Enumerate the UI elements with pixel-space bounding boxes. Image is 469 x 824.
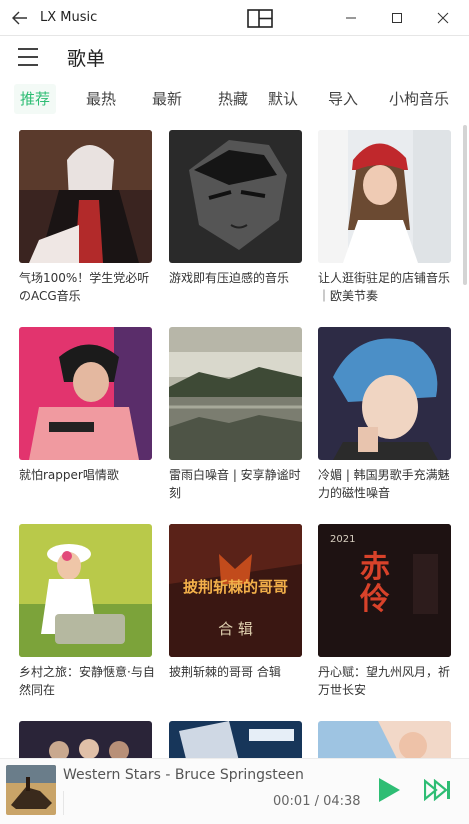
playlist-cover (169, 721, 302, 760)
playlist-card[interactable] (318, 721, 451, 760)
playlist-cover (19, 327, 152, 460)
play-icon (379, 778, 400, 802)
playlist-card[interactable]: 披荆斩棘的哥哥 合 辑 披荆斩棘的哥哥 合辑 (169, 524, 302, 681)
next-button[interactable] (423, 778, 452, 802)
back-arrow-icon (12, 11, 27, 24)
menu-icon[interactable] (18, 48, 40, 68)
playlist-card[interactable]: 雷雨白噪音 | 安享静谧时刻 (169, 327, 302, 502)
playlist-cover: 2021 赤伶 (318, 524, 451, 657)
album-art[interactable] (6, 765, 56, 815)
playlist-card[interactable]: 游戏即有压迫感的音乐 (169, 130, 302, 287)
cover-text-title: 披荆斩棘的哥哥 (182, 578, 288, 596)
compact-layout-icon[interactable] (247, 9, 273, 28)
playlist-cover (318, 721, 451, 760)
maximize-button[interactable] (374, 0, 420, 36)
cover-text-title: 赤伶 (360, 550, 390, 617)
tab-hot-collect[interactable]: 热藏 (214, 84, 252, 114)
tab-hottest[interactable]: 最热 (82, 84, 120, 114)
playlist-card[interactable]: 2021 赤伶 丹心赋：望九州风月，祈万世长安 (318, 524, 451, 699)
playlist-cover (19, 130, 152, 263)
tab-default[interactable]: 默认 (264, 84, 302, 114)
playlist-title: 让人逛街驻足的店铺音乐｜欧美节奏 (318, 271, 451, 303)
skip-next-icon (423, 778, 450, 802)
cover-text-year: 2021 (330, 534, 356, 545)
page-title: 歌单 (67, 48, 106, 70)
cover-text-subtitle: 合 辑 (218, 620, 253, 638)
playback-time: 00:01 / 04:38 (273, 794, 361, 809)
tab-import[interactable]: 导入 (324, 84, 362, 114)
track-title: Western Stars - Bruce Springsteen (63, 767, 304, 783)
playlist-card[interactable] (19, 721, 152, 760)
minimize-icon (346, 17, 356, 19)
tab-recommend[interactable]: 推荐 (14, 84, 56, 114)
playlist-title: 雷雨白噪音 | 安享静谧时刻 (169, 468, 301, 500)
close-button[interactable] (420, 0, 466, 36)
minimize-button[interactable] (328, 0, 374, 36)
playlist-title: 丹心赋：望九州风月，祈万世长安 (318, 665, 451, 697)
play-button[interactable] (376, 777, 402, 803)
maximize-icon (392, 13, 402, 23)
tab-xiaogou-music[interactable]: 小枸音乐 (384, 84, 454, 114)
playlist-cover (318, 130, 451, 263)
playlist-title: 气场100%！学生党必听のACG音乐 (19, 271, 150, 303)
playlist-card[interactable]: 乡村之旅：安静惬意·与自然同在 (19, 524, 155, 699)
playlist-cover (19, 524, 152, 657)
playlist-title: 冷媚 | 韩国男歌手充满魅力的磁性噪音 (318, 468, 450, 500)
tab-bar: 推荐 最热 最新 热藏 默认 导入 小枸音乐 (0, 84, 469, 118)
playlist-title: 就怕rapper唱情歌 (19, 468, 119, 482)
back-button[interactable] (0, 0, 40, 36)
playlist-cover: 披荆斩棘的哥哥 合 辑 (169, 524, 302, 657)
playlist-title: 游戏即有压迫感的音乐 (169, 271, 290, 285)
playlist-card[interactable] (169, 721, 302, 760)
playlist-title: 乡村之旅：安静惬意·与自然同在 (19, 665, 155, 697)
playlist-cover (318, 327, 451, 460)
window-titlebar: LX Music (0, 0, 469, 36)
playlist-title: 披荆斩棘的哥哥 合辑 (169, 665, 281, 679)
scrollbar[interactable] (463, 125, 467, 285)
player-bar: Western Stars - Bruce Springsteen 00:01 … (0, 758, 469, 824)
playlist-card[interactable]: 就怕rapper唱情歌 (19, 327, 152, 484)
playlist-cover (169, 130, 302, 263)
playlist-card[interactable]: 让人逛街驻足的店铺音乐｜欧美节奏 (318, 130, 451, 305)
window-title: LX Music (40, 10, 98, 25)
tab-newest[interactable]: 最新 (148, 84, 186, 114)
playlist-cover (169, 327, 302, 460)
app-header: 歌单 (0, 37, 469, 81)
playlist-grid: 气场100%！学生党必听のACG音乐 游戏即有压迫感的音乐 让人逛街驻足的店铺音… (0, 125, 469, 760)
playlist-card[interactable]: 气场100%！学生党必听のACG音乐 (19, 130, 152, 305)
playlist-card[interactable]: 冷媚 | 韩国男歌手充满魅力的磁性噪音 (318, 327, 451, 502)
close-icon (437, 12, 449, 24)
playlist-cover (19, 721, 152, 760)
